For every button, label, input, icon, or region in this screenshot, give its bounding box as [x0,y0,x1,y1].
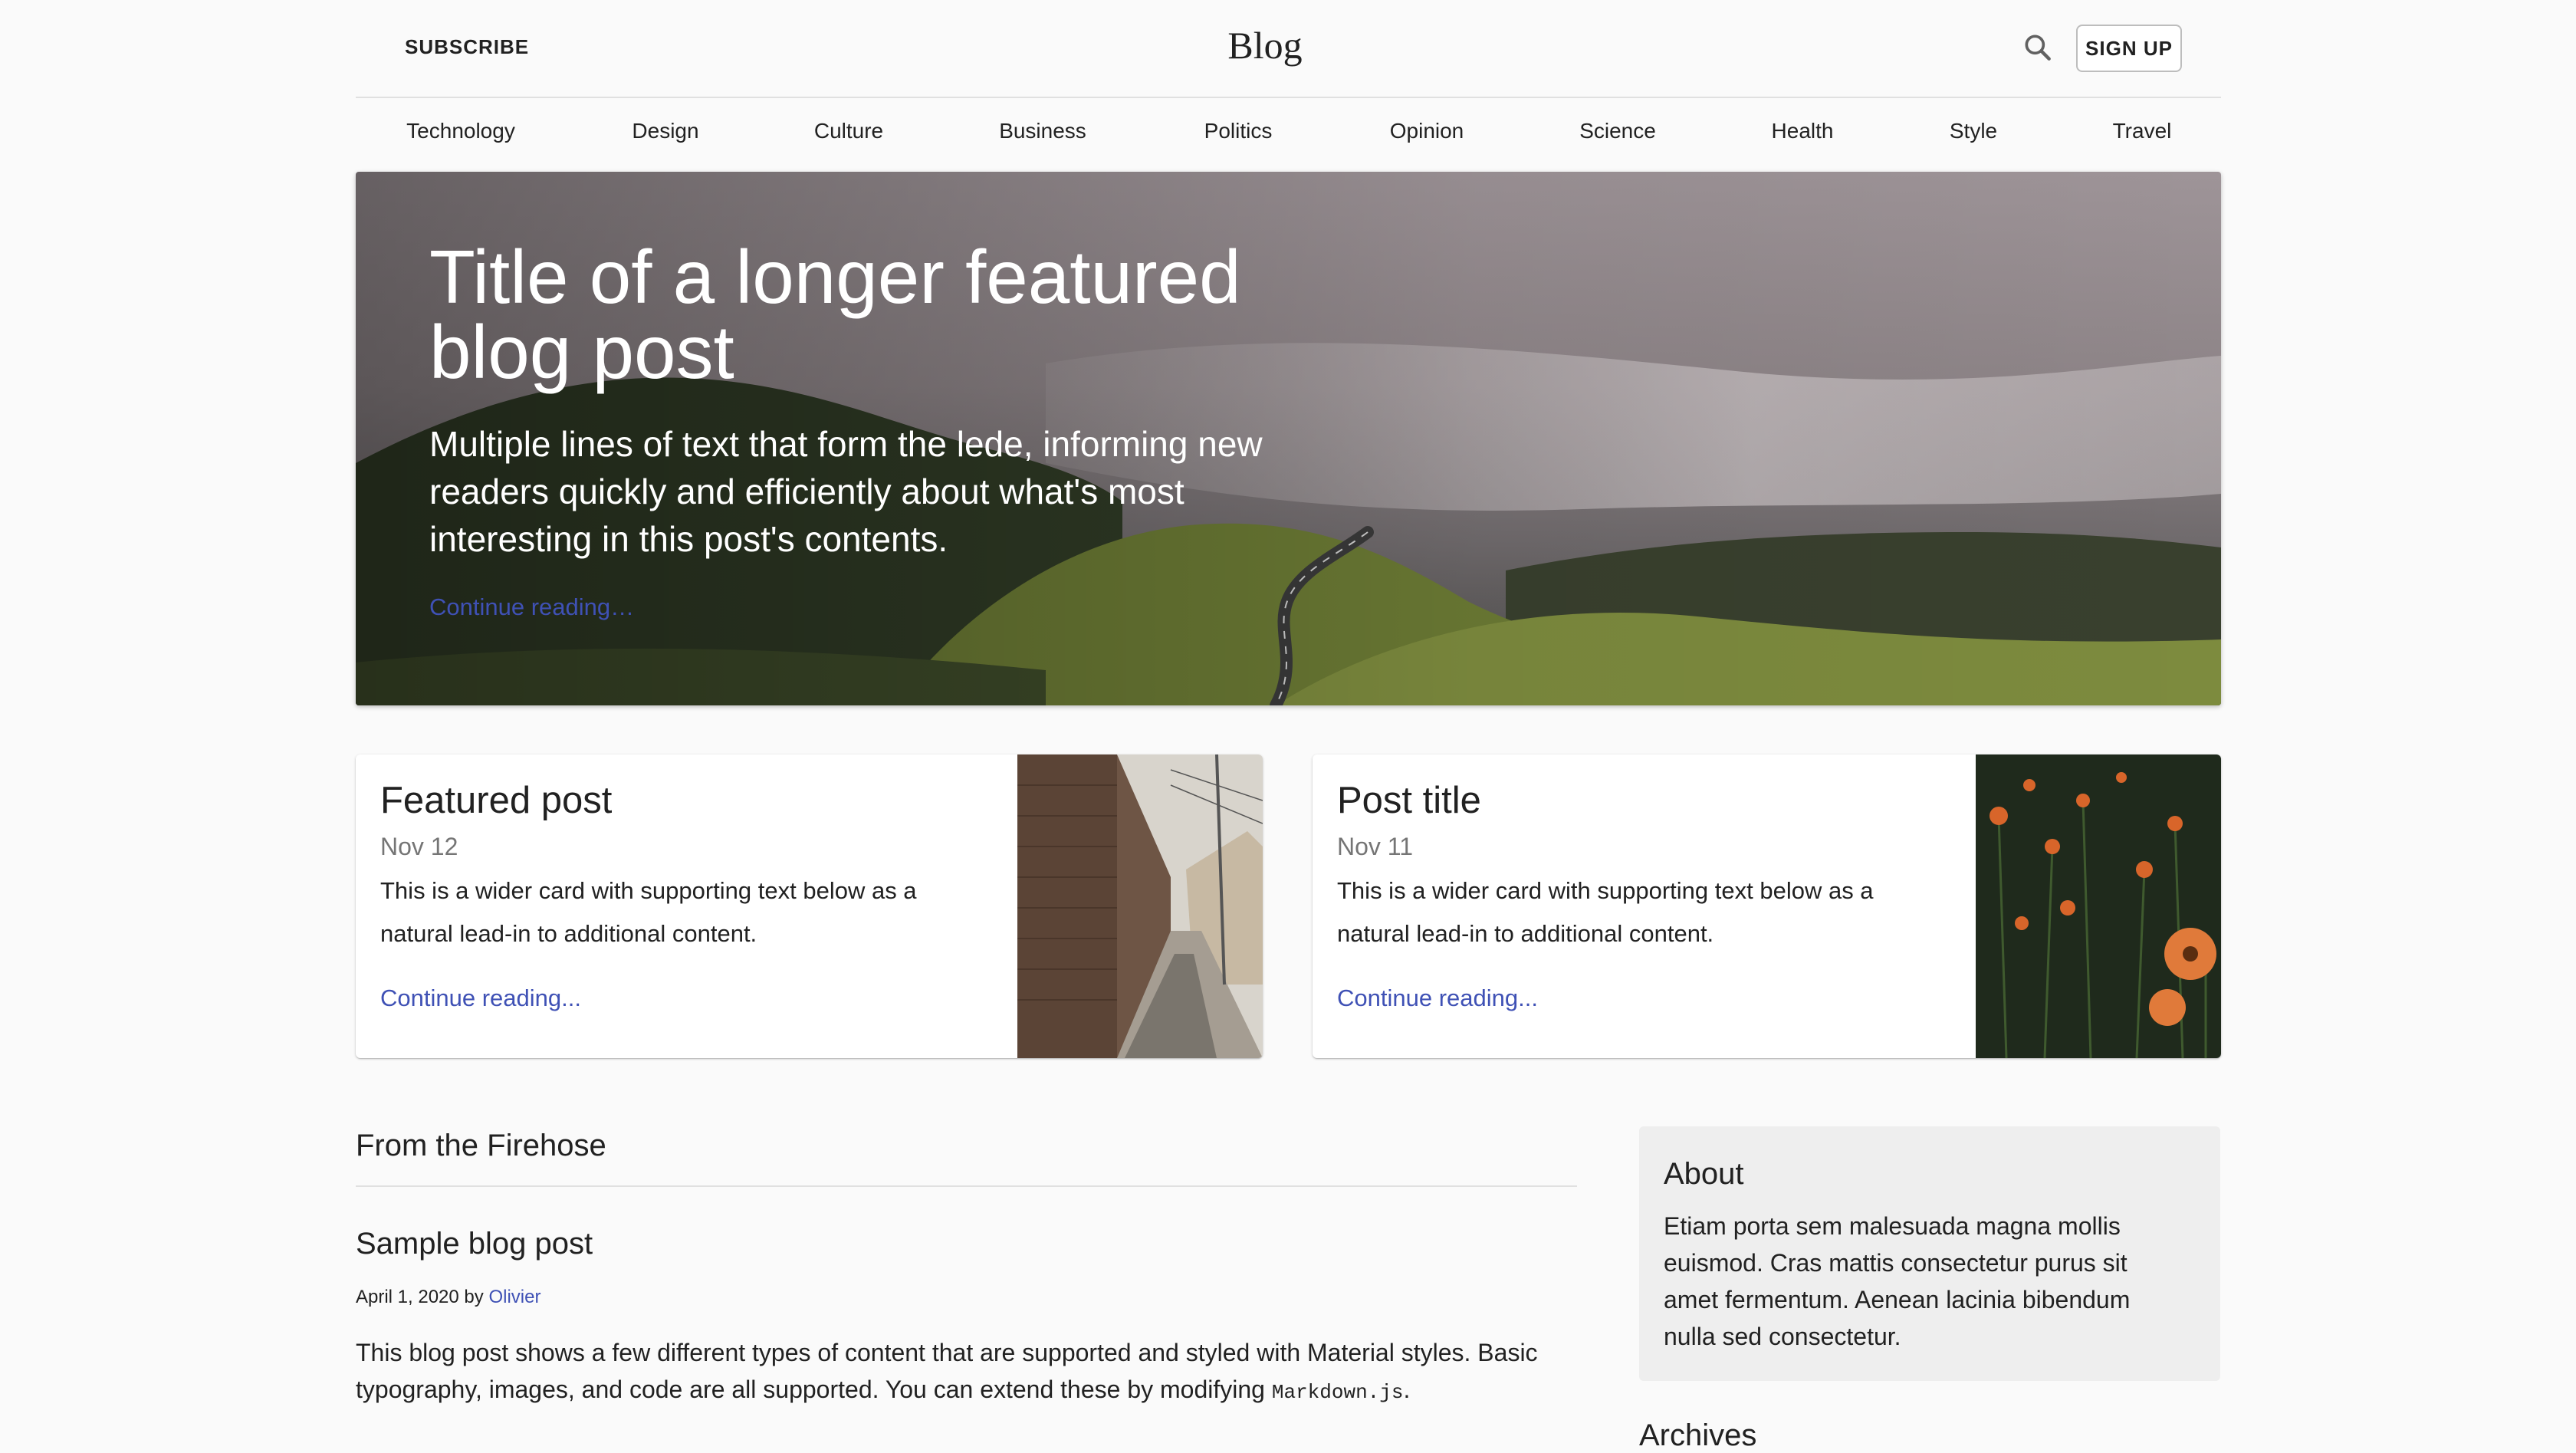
post-author-link[interactable]: Olivier [488,1287,540,1307]
post-body-end: . [1403,1376,1411,1403]
alley-image [1017,754,1263,1058]
nav-item-style[interactable]: Style [1950,119,1997,143]
nav-item-culture[interactable]: Culture [814,119,883,143]
post-date: April 1, 2020 by [356,1287,484,1307]
featured-post-card[interactable]: Featured post Nov 12 This is a wider car… [356,754,1263,1058]
nav-item-business[interactable]: Business [999,119,1086,143]
hero-title: Title of a longer featured blog post [429,235,1241,394]
nav-item-technology[interactable]: Technology [406,119,515,143]
card-title: Post title [1337,780,1481,821]
card-date: Nov 11 [1337,833,1414,860]
card-text: This is a wider card with supporting tex… [1337,877,1874,947]
about-title: About [1664,1157,1744,1191]
post-title-card[interactable]: Post title Nov 11 This is a wider card w… [1313,754,2221,1058]
archives-title: Archives [1639,1418,1757,1452]
card-title: Featured post [380,780,613,821]
header-divider [356,97,2221,98]
section-divider [356,1185,1577,1187]
nav-item-health[interactable]: Health [1772,119,1834,143]
post-meta: April 1, 2020 by Olivier [356,1287,540,1308]
card-date: Nov 12 [380,833,458,860]
card-continue-reading-link[interactable]: Continue reading... [1337,985,1538,1012]
hero-continue-reading-link[interactable]: Continue reading… [429,593,634,621]
sign-up-button[interactable]: SIGN UP [2076,25,2182,72]
post-title[interactable]: Sample blog post [356,1227,593,1261]
category-nav: Technology Design Culture Business Polit… [356,119,2221,153]
nav-item-science[interactable]: Science [1579,119,1656,143]
nav-item-politics[interactable]: Politics [1204,119,1273,143]
site-title[interactable]: Blog [1073,23,1457,67]
post-body: This blog post shows a few different typ… [356,1334,1582,1411]
subscribe-link[interactable]: SUBSCRIBE [405,35,529,59]
about-box: About Etiam porta sem malesuada magna mo… [1639,1126,2220,1381]
nav-item-opinion[interactable]: Opinion [1390,119,1464,143]
flowers-image [1976,754,2221,1058]
card-continue-reading-link[interactable]: Continue reading... [380,985,581,1012]
post-body-code: Markdown.js [1271,1381,1404,1404]
about-text: Etiam porta sem malesuada magna mollis e… [1664,1212,2131,1350]
section-title: From the Firehose [356,1129,606,1162]
search-icon[interactable] [2021,31,2055,64]
nav-item-travel[interactable]: Travel [2113,119,2172,143]
card-text: This is a wider card with supporting tex… [380,877,917,947]
hero-lede: Multiple lines of text that form the led… [429,424,1263,559]
nav-item-design[interactable]: Design [632,119,698,143]
